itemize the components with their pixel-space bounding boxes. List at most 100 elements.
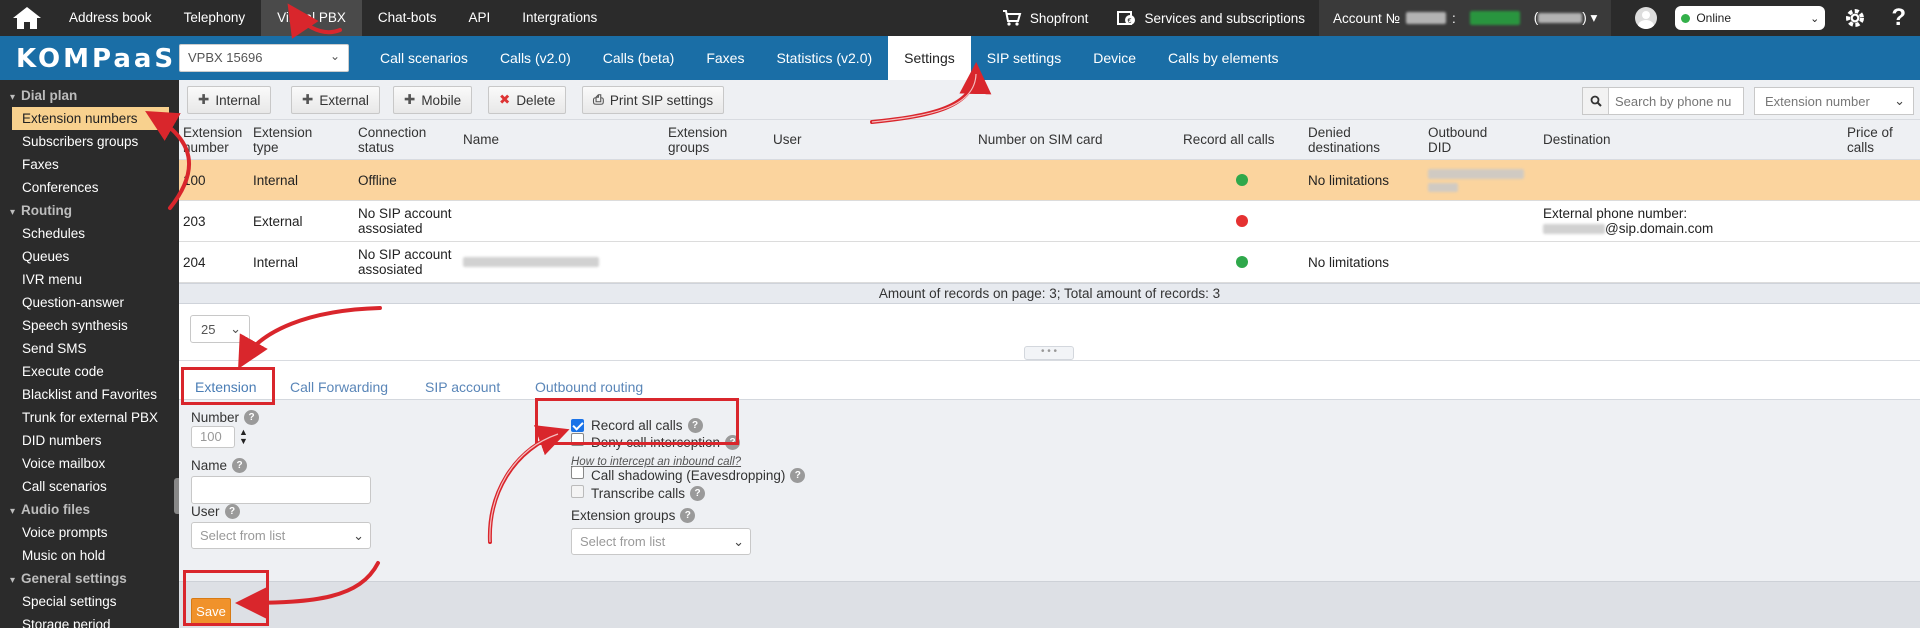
col-denied-destinations[interactable]: Denied destinations [1308, 120, 1398, 159]
search-field-select[interactable]: Extension number ⌄ [1754, 87, 1914, 115]
delete-button[interactable]: ✖ Delete [488, 86, 567, 114]
print-sip-settings-button[interactable]: ⎙ Print SIP settings [582, 86, 725, 114]
col-record-all-calls[interactable]: Record all calls [1183, 120, 1293, 159]
col-price-of-calls[interactable]: Price of calls [1847, 120, 1907, 159]
shopfront-link[interactable]: Shopfront [988, 0, 1103, 36]
col-number-sim[interactable]: Number on SIM card [978, 120, 1128, 159]
name-input[interactable] [191, 476, 371, 504]
tab-calls-by-elements[interactable]: Calls by elements [1152, 36, 1295, 80]
tab-calls-v2[interactable]: Calls (v2.0) [484, 36, 587, 80]
help-icon[interactable]: ? [232, 458, 248, 473]
help-icon[interactable]: ? [725, 435, 741, 450]
tab-calls-beta[interactable]: Calls (beta) [587, 36, 691, 80]
call-shadowing-row: Call shadowing (Eavesdropping) ? [571, 466, 806, 483]
help-icon[interactable]: ? [224, 504, 240, 519]
tab-extension[interactable]: Extension [185, 373, 266, 401]
sidebar-item-conferences[interactable]: Conferences [0, 176, 179, 199]
sidebar-item-storage-period[interactable]: Storage period [0, 613, 179, 628]
sidebar-group-audio-files[interactable]: Audio files [0, 498, 179, 521]
close-icon: ✖ [499, 92, 511, 107]
sidebar-item-trunk[interactable]: Trunk for external PBX [0, 406, 179, 429]
add-internal-button[interactable]: ✚ Internal [187, 86, 272, 114]
search-input[interactable] [1609, 88, 1743, 114]
tab-outbound-routing[interactable]: Outbound routing [525, 373, 653, 401]
topnav-address-book[interactable]: Address book [53, 0, 168, 36]
tab-device[interactable]: Device [1077, 36, 1152, 80]
col-extension-type[interactable]: Extension type [253, 120, 343, 159]
number-input[interactable]: 100 [191, 426, 235, 448]
tab-sip-account[interactable]: SIP account [415, 373, 510, 401]
table-row[interactable]: 203 External No SIP account assosiated E… [179, 201, 1920, 242]
topnav-integrations[interactable]: Intergrations [506, 0, 613, 36]
topnav-telephony[interactable]: Telephony [168, 0, 262, 36]
search-icon[interactable] [1583, 88, 1609, 114]
sidebar-item-music-on-hold[interactable]: Music on hold [0, 544, 179, 567]
col-extension-groups[interactable]: Extension groups [668, 120, 748, 159]
table-row[interactable]: 204 Internal No SIP account assosiated N… [179, 242, 1920, 283]
call-shadowing-checkbox[interactable] [571, 466, 584, 479]
panel-splitter[interactable]: • • • [1024, 346, 1074, 360]
sidebar-item-blacklist[interactable]: Blacklist and Favorites [0, 383, 179, 406]
col-destination[interactable]: Destination [1543, 120, 1643, 159]
intercept-help-link[interactable]: How to intercept an inbound call? [571, 456, 741, 468]
gear-icon[interactable] [1843, 6, 1867, 30]
record-all-calls-checkbox[interactable] [571, 419, 584, 432]
col-extension-number[interactable]: Extension number [183, 120, 242, 159]
col-name[interactable]: Name [463, 120, 543, 159]
sidebar-item-faxes[interactable]: Faxes [0, 153, 179, 176]
user-select[interactable]: Select from list ⌄ [191, 522, 371, 549]
tab-statistics[interactable]: Statistics (v2.0) [760, 36, 888, 80]
save-button[interactable]: Save [191, 598, 231, 625]
sidebar-item-special-settings[interactable]: Special settings [0, 590, 179, 613]
sidebar-item-question-answer[interactable]: Question-answer [0, 291, 179, 314]
help-icon[interactable]: ? [680, 508, 696, 523]
account-menu[interactable]: Account № : () ▾ [1319, 0, 1612, 36]
page-size-select[interactable]: 25 ⌄ [190, 315, 250, 343]
col-outbound-did[interactable]: Outbound DID [1428, 120, 1518, 159]
sidebar-item-execute-code[interactable]: Execute code [0, 360, 179, 383]
tab-call-scenarios[interactable]: Call scenarios [364, 36, 484, 80]
number-stepper[interactable]: ▲ ▼ [239, 428, 248, 446]
tab-call-forwarding[interactable]: Call Forwarding [280, 373, 398, 401]
sidebar-item-schedules[interactable]: Schedules [0, 222, 179, 245]
name-label: Name [191, 458, 228, 473]
add-mobile-button[interactable]: ✚ Mobile [393, 86, 473, 114]
sidebar-item-send-sms[interactable]: Send SMS [0, 337, 179, 360]
col-user[interactable]: User [773, 120, 853, 159]
status-select[interactable]: Online ⌄ [1675, 6, 1826, 30]
sidebar-item-extension-numbers[interactable]: Extension numbers [12, 107, 169, 130]
add-external-button[interactable]: ✚ External [291, 86, 380, 114]
pbx-select[interactable]: VPBX 15696 ⌄ [179, 44, 349, 72]
sidebar-item-voice-prompts[interactable]: Voice prompts [0, 521, 179, 544]
extension-groups-select[interactable]: Select from list ⌄ [571, 528, 751, 555]
services-link[interactable]: € Services and subscriptions [1102, 0, 1319, 36]
topnav-chat-bots[interactable]: Chat-bots [362, 0, 453, 36]
table-row[interactable]: 100 Internal Offline No limitations [179, 160, 1920, 201]
help-icon[interactable]: ? [687, 418, 703, 433]
col-connection-status[interactable]: Connection status [358, 120, 448, 159]
topnav-virtual-pbx[interactable]: Virtual PBX [261, 0, 362, 36]
help-icon[interactable]: ? [244, 410, 260, 425]
sidebar-item-queues[interactable]: Queues [0, 245, 179, 268]
tab-sip-settings[interactable]: SIP settings [971, 36, 1077, 80]
sidebar-item-call-scenarios[interactable]: Call scenarios [0, 475, 179, 498]
sidebar-item-subscribers-groups[interactable]: Subscribers groups [0, 130, 179, 153]
sidebar-item-voice-mailbox[interactable]: Voice mailbox [0, 452, 179, 475]
sidebar-group-routing[interactable]: Routing [0, 199, 179, 222]
sidebar-group-general-settings[interactable]: General settings [0, 567, 179, 590]
help-icon[interactable]: ? [1891, 4, 1906, 32]
deny-interception-checkbox[interactable] [571, 433, 584, 446]
avatar[interactable] [1635, 7, 1658, 29]
tab-faxes[interactable]: Faxes [690, 36, 760, 80]
record-status-dot [1236, 160, 1252, 200]
help-icon[interactable]: ? [690, 486, 706, 501]
sidebar-item-ivr-menu[interactable]: IVR menu [0, 268, 179, 291]
topnav-api[interactable]: API [452, 0, 506, 36]
sidebar-item-speech-synthesis[interactable]: Speech synthesis [0, 314, 179, 337]
help-icon[interactable]: ? [790, 468, 806, 483]
tab-settings[interactable]: Settings [888, 36, 971, 80]
sidebar-item-did-numbers[interactable]: DID numbers [0, 429, 179, 452]
home-icon[interactable] [10, 5, 44, 31]
transcribe-checkbox[interactable] [571, 485, 584, 498]
sidebar-group-dial-plan[interactable]: Dial plan [0, 84, 179, 107]
